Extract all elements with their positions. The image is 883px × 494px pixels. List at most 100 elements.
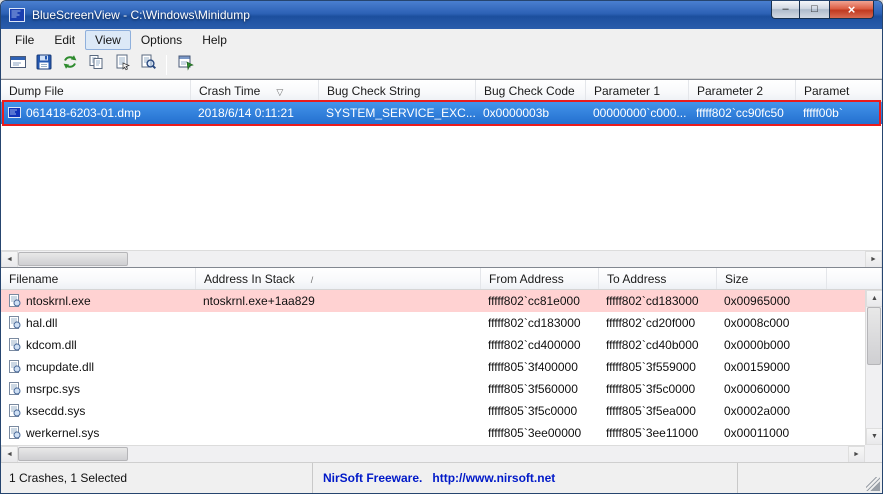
from-address-cell: fffff805`3f5c0000: [481, 400, 599, 422]
scroll-left-button[interactable]: ◄: [1, 251, 18, 267]
filename: ksecdd.sys: [26, 404, 85, 418]
column-header-crash-time[interactable]: Crash Time ▽: [191, 80, 319, 101]
status-section-crashes: 1 Crashes, 1 Selected: [1, 463, 313, 493]
scrollbar-corner: [865, 445, 882, 462]
resize-grip[interactable]: [866, 477, 880, 491]
scroll-right-button[interactable]: ►: [848, 446, 865, 462]
column-header-filename[interactable]: Filename: [1, 268, 196, 289]
column-label: Bug Check String: [327, 84, 420, 98]
scrollbar-thumb[interactable]: [18, 252, 128, 266]
column-label: Parameter 2: [697, 84, 763, 98]
upper-horizontal-scrollbar[interactable]: ◄ ►: [1, 250, 882, 267]
address-in-stack-cell: [196, 312, 481, 334]
size-cell: 0x00965000: [717, 290, 827, 312]
window-title: BlueScreenView - C:\Windows\Minidump: [32, 8, 250, 22]
dump-window-icon: [9, 53, 27, 76]
titlebar[interactable]: BlueScreenView - C:\Windows\Minidump – □…: [1, 1, 882, 29]
filename-cell: ksecdd.sys: [1, 400, 196, 422]
advanced-options-button[interactable]: [174, 53, 197, 76]
copy-button[interactable]: [84, 53, 107, 76]
module-row[interactable]: msrpc.sys fffff805`3f560000 fffff805`3f5…: [1, 378, 865, 400]
column-header-address-in-stack[interactable]: Address In Stack /: [196, 268, 481, 289]
find-icon: [139, 53, 157, 76]
from-address-cell: fffff805`3f560000: [481, 378, 599, 400]
module-row[interactable]: werkernel.sys fffff805`3ee00000 fffff805…: [1, 422, 865, 444]
menu-options[interactable]: Options: [131, 30, 192, 50]
address-in-stack-cell: [196, 400, 481, 422]
size-cell: 0x0008c000: [717, 312, 827, 334]
window-controls: – □ ×: [771, 1, 874, 19]
column-header-to-address[interactable]: To Address: [599, 268, 717, 289]
nirsoft-link[interactable]: http://www.nirsoft.net: [432, 471, 555, 485]
dump-row-selected[interactable]: 061418-6203-01.dmp 2018/6/14 0:11:21 SYS…: [1, 102, 882, 124]
address-in-stack-cell: [196, 378, 481, 400]
filename: werkernel.sys: [26, 426, 99, 440]
column-label: Parameter 1: [594, 84, 660, 98]
filename-cell: werkernel.sys: [1, 422, 196, 444]
parameter-2-cell: fffff802`cc90fc50: [689, 102, 796, 124]
filename-cell: kdcom.dll: [1, 334, 196, 356]
column-header-parameter-1[interactable]: Parameter 1: [586, 80, 689, 101]
scrollbar-track[interactable]: [18, 251, 865, 267]
from-address-cell: fffff802`cd400000: [481, 334, 599, 356]
column-header-size[interactable]: Size: [717, 268, 827, 289]
column-header-parameter-2[interactable]: Parameter 2: [689, 80, 796, 101]
column-label: Bug Check Code: [484, 84, 575, 98]
module-row[interactable]: ntoskrnl.exe ntoskrnl.exe+1aa829 fffff80…: [1, 290, 865, 312]
scrollbar-thumb[interactable]: [18, 447, 128, 461]
module-row[interactable]: hal.dll fffff802`cd183000 fffff802`cd20f…: [1, 312, 865, 334]
scroll-up-button[interactable]: ▲: [866, 290, 882, 307]
sort-indicator-icon: ▽: [276, 87, 283, 97]
column-label: Crash Time: [199, 84, 260, 98]
module-row[interactable]: mcupdate.dll fffff805`3f400000 fffff805`…: [1, 356, 865, 378]
column-label: Paramet: [804, 84, 849, 98]
scroll-down-button[interactable]: ▼: [866, 428, 882, 445]
column-label: Filename: [9, 272, 58, 286]
status-section-empty: [738, 463, 882, 493]
lower-horizontal-scrollbar[interactable]: ◄ ►: [1, 445, 865, 462]
menu-file[interactable]: File: [5, 30, 44, 50]
menu-view[interactable]: View: [85, 30, 131, 50]
driver-list-pane: Filename Address In Stack/ From Address …: [1, 267, 882, 462]
from-address-cell: fffff802`cc81e000: [481, 290, 599, 312]
freeware-label: NirSoft Freeware.: [323, 471, 422, 485]
refresh-button[interactable]: [58, 53, 81, 76]
column-header-from-address[interactable]: From Address: [481, 268, 599, 289]
column-header-bug-check-string[interactable]: Bug Check String: [319, 80, 476, 101]
dump-window-button[interactable]: [6, 53, 29, 76]
sort-indicator-icon: /: [311, 275, 314, 285]
column-header-bug-check-code[interactable]: Bug Check Code: [476, 80, 586, 101]
properties-button[interactable]: [110, 53, 133, 76]
system-file-icon: [8, 338, 22, 352]
scroll-left-button[interactable]: ◄: [1, 446, 18, 462]
scrollbar-track[interactable]: [18, 446, 848, 462]
driver-list-header: Filename Address In Stack/ From Address …: [1, 268, 882, 290]
bug-check-string-cell: SYSTEM_SERVICE_EXC...: [319, 102, 476, 124]
refresh-icon: [61, 53, 79, 76]
column-label: Address In Stack: [204, 272, 295, 286]
scrollbar-thumb[interactable]: [867, 307, 881, 365]
minimize-icon: –: [782, 4, 788, 15]
vertical-scrollbar[interactable]: ▲ ▼: [865, 290, 882, 445]
status-section-freeware: NirSoft Freeware. http://www.nirsoft.net: [313, 463, 738, 493]
parameter-1-cell: 00000000`c000...: [586, 102, 689, 124]
module-row[interactable]: kdcom.dll fffff802`cd400000 fffff802`cd4…: [1, 334, 865, 356]
size-cell: 0x00159000: [717, 356, 827, 378]
scroll-right-button[interactable]: ►: [865, 251, 882, 267]
copy-icon: [87, 53, 105, 76]
find-button[interactable]: [136, 53, 159, 76]
save-button[interactable]: [32, 53, 55, 76]
size-cell: 0x00011000: [717, 422, 827, 444]
close-button[interactable]: ×: [829, 1, 874, 19]
bluescreenview-window: BlueScreenView - C:\Windows\Minidump – □…: [0, 0, 883, 494]
menu-help[interactable]: Help: [192, 30, 237, 50]
maximize-button[interactable]: □: [800, 1, 829, 19]
scrollbar-track[interactable]: [866, 307, 882, 428]
menu-edit[interactable]: Edit: [44, 30, 85, 50]
minimize-button[interactable]: –: [771, 1, 800, 19]
column-header-parameter-3[interactable]: Paramet: [796, 80, 882, 101]
status-bar: 1 Crashes, 1 Selected NirSoft Freeware. …: [1, 462, 882, 493]
close-icon: ×: [848, 3, 856, 16]
column-header-dump-file[interactable]: Dump File: [1, 80, 191, 101]
module-row[interactable]: ksecdd.sys fffff805`3f5c0000 fffff805`3f…: [1, 400, 865, 422]
